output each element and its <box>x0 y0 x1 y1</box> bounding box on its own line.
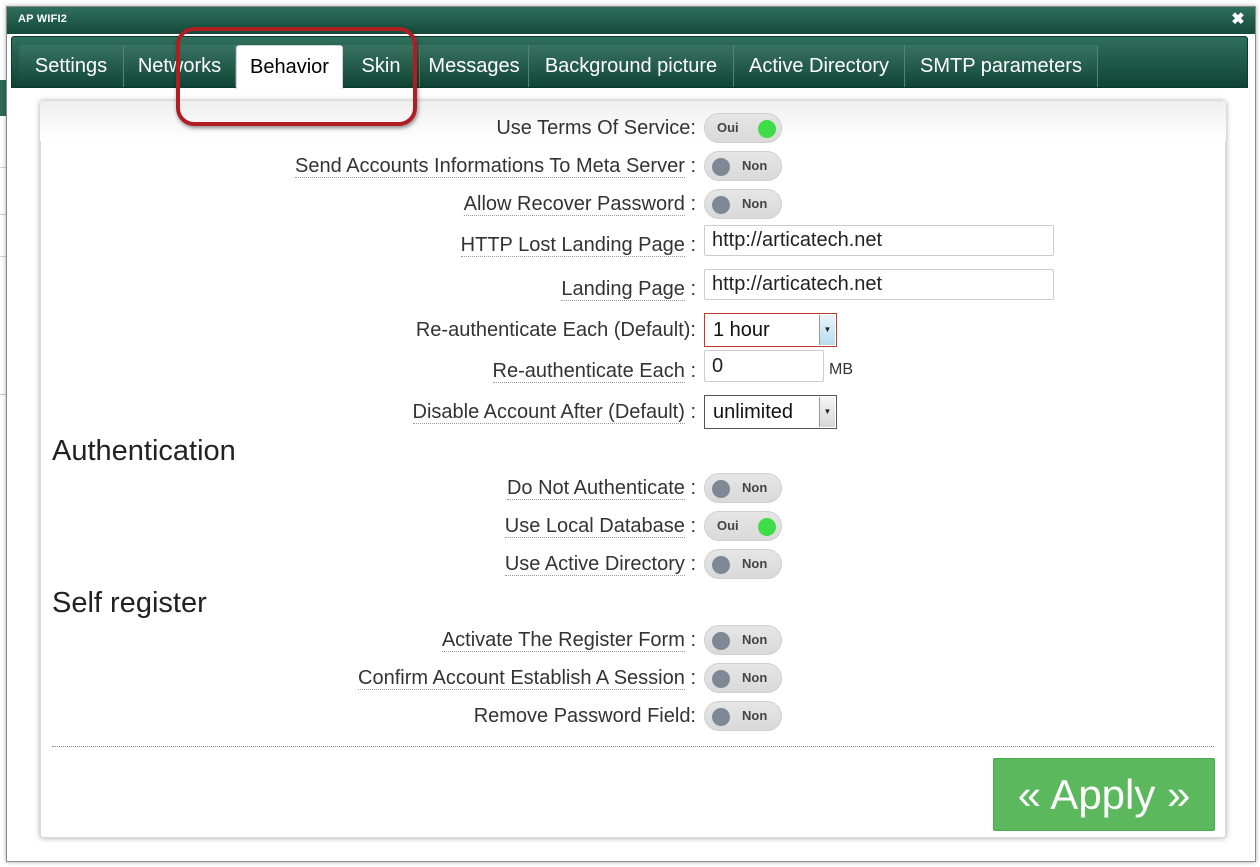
toggle-state: Non <box>742 632 768 647</box>
toggle-state: Non <box>742 708 768 723</box>
allow-recover-label: Allow Recover Password : <box>463 193 696 216</box>
toggle-state: Non <box>742 196 768 211</box>
disable-account-label: Disable Account After (Default) : <box>412 401 696 424</box>
toggle-knob <box>712 632 730 650</box>
tab-bar: Settings Networks Behavior Skin Messages… <box>11 36 1248 89</box>
reauth-each-label: Re-authenticate Each : <box>492 360 696 383</box>
activate-register-form-toggle[interactable]: Non <box>704 625 782 655</box>
tab-background-picture[interactable]: Background picture <box>529 45 734 87</box>
landing-page-input[interactable] <box>704 269 1054 300</box>
use-tos-toggle[interactable]: Oui <box>704 113 782 143</box>
select-value: 1 hour <box>713 319 770 341</box>
toggle-knob <box>712 480 730 498</box>
tab-settings[interactable]: Settings <box>19 45 124 87</box>
use-active-directory-toggle[interactable]: Non <box>704 549 782 579</box>
toggle-knob <box>758 518 776 536</box>
select-value: unlimited <box>713 401 794 423</box>
toggle-state: Non <box>742 480 768 495</box>
toggle-knob <box>712 158 730 176</box>
toggle-knob <box>712 708 730 726</box>
toggle-knob <box>712 196 730 214</box>
tab-behavior[interactable]: Behavior <box>236 45 343 89</box>
tab-active-directory[interactable]: Active Directory <box>734 45 905 87</box>
toggle-state: Oui <box>717 518 739 533</box>
reauth-default-label: Re-authenticate Each (Default): <box>415 319 696 341</box>
toggle-knob <box>712 556 730 574</box>
disable-account-select[interactable]: unlimited ▼ <box>704 395 837 429</box>
confirm-account-session-label: Confirm Account Establish A Session : <box>358 667 696 690</box>
self-register-heading: Self register <box>52 587 207 619</box>
authentication-heading: Authentication <box>52 435 236 467</box>
tab-smtp-parameters[interactable]: SMTP parameters <box>905 45 1098 87</box>
form-divider <box>52 746 1214 747</box>
reauth-default-select[interactable]: 1 hour ▼ <box>704 313 837 347</box>
toggle-knob <box>758 120 776 138</box>
tab-networks[interactable]: Networks <box>124 45 236 87</box>
use-active-directory-label: Use Active Directory : <box>504 553 696 576</box>
tab-messages[interactable]: Messages <box>420 45 529 87</box>
toggle-state: Non <box>742 158 768 173</box>
send-meta-toggle[interactable]: Non <box>704 151 782 181</box>
confirm-account-session-toggle[interactable]: Non <box>704 663 782 693</box>
tab-skin[interactable]: Skin <box>343 45 420 87</box>
apply-button[interactable]: « Apply » <box>993 758 1215 831</box>
use-tos-label: Use Terms Of Service: <box>496 117 696 139</box>
activate-register-form-label: Activate The Register Form : <box>441 629 696 652</box>
chevron-down-icon: ▼ <box>819 315 835 345</box>
use-local-database-label: Use Local Database : <box>504 515 696 538</box>
allow-recover-toggle[interactable]: Non <box>704 189 782 219</box>
close-icon[interactable]: ✖ <box>1230 11 1246 29</box>
http-lost-landing-label: HTTP Lost Landing Page : <box>460 234 696 257</box>
http-lost-landing-input[interactable] <box>704 225 1054 256</box>
toggle-state: Non <box>742 670 768 685</box>
reauth-each-input[interactable] <box>704 350 824 382</box>
do-not-authenticate-label: Do Not Authenticate : <box>506 477 696 500</box>
chevron-down-icon: ▼ <box>819 397 835 427</box>
toggle-state: Non <box>742 556 768 571</box>
use-local-database-toggle[interactable]: Oui <box>704 511 782 541</box>
window-titlebar[interactable]: AP WIFI2 ✖ <box>7 7 1255 34</box>
remove-password-field-label: Remove Password Field: <box>473 705 696 727</box>
do-not-authenticate-toggle[interactable]: Non <box>704 473 782 503</box>
landing-page-label: Landing Page : <box>561 278 696 301</box>
window-title: AP WIFI2 <box>18 13 68 25</box>
remove-password-field-toggle[interactable]: Non <box>704 701 782 731</box>
toggle-state: Oui <box>717 120 739 135</box>
toggle-knob <box>712 670 730 688</box>
send-meta-label: Send Accounts Informations To Meta Serve… <box>295 155 696 178</box>
reauth-each-unit: MB <box>829 361 853 378</box>
